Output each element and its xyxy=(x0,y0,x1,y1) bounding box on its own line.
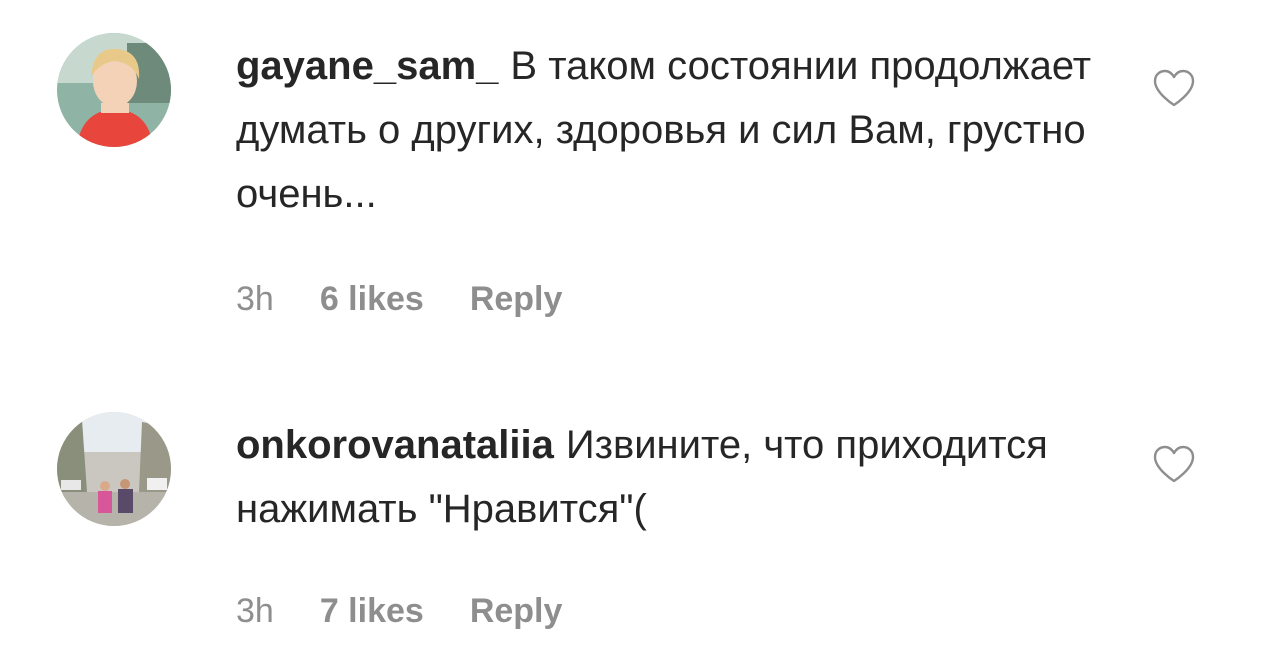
comment-text-block: onkorovanataliia Извините, что приходится… xyxy=(236,413,1136,541)
like-button[interactable] xyxy=(1152,444,1196,484)
comment-item: gayane_sam_ В таком состоянии продолжает … xyxy=(0,0,1280,360)
comment-meta: 3h 7 likes Reply xyxy=(236,592,562,631)
comment-likes[interactable]: 7 likes xyxy=(320,592,424,631)
reply-button[interactable]: Reply xyxy=(470,592,563,631)
comment-time: 3h xyxy=(236,592,274,630)
comment-meta: 3h 6 likes Reply xyxy=(236,280,562,319)
avatar-photo-icon xyxy=(57,412,171,526)
comment-text-block: gayane_sam_ В таком состоянии продолжает … xyxy=(236,34,1136,226)
comment-username[interactable]: gayane_sam_ xyxy=(236,44,498,88)
avatar-photo-icon xyxy=(57,33,171,147)
heart-outline-icon xyxy=(1153,69,1195,107)
comment-item: onkorovanataliia Извините, что приходится… xyxy=(0,360,1280,671)
comment-time: 3h xyxy=(236,280,274,318)
reply-button[interactable]: Reply xyxy=(470,280,563,319)
like-button[interactable] xyxy=(1152,68,1196,108)
heart-outline-icon xyxy=(1153,445,1195,483)
avatar[interactable] xyxy=(57,33,171,147)
comment-username[interactable]: onkorovanataliia xyxy=(236,423,554,467)
avatar[interactable] xyxy=(57,412,171,526)
comment-likes[interactable]: 6 likes xyxy=(320,280,424,319)
